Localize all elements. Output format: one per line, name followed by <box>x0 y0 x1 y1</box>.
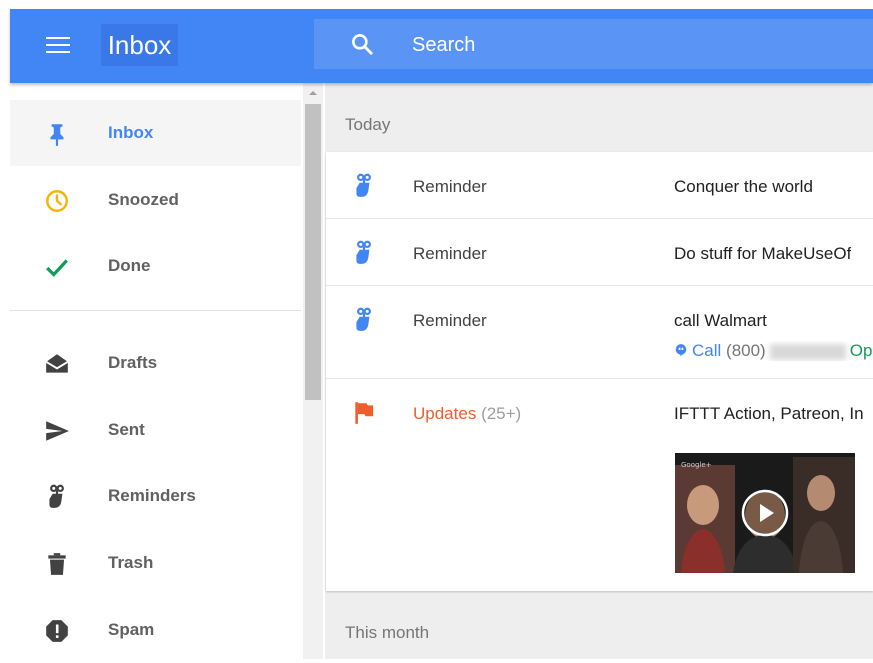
mail-subject: IFTTT Action, Patreon, In <box>674 404 864 423</box>
svg-text:Google+: Google+ <box>681 461 712 469</box>
sidebar-item-label: Spam <box>108 620 155 639</box>
video-thumbnail[interactable]: Google+ <box>675 453 855 573</box>
updates-label: Updates <box>413 404 477 423</box>
sidebar-item-inbox[interactable]: Inbox <box>10 100 301 166</box>
sidebar-item-trash[interactable]: Trash <box>10 530 301 596</box>
pin-icon <box>50 124 64 146</box>
chat-bubble-icon <box>675 344 687 357</box>
reminder-icon <box>356 173 371 197</box>
mail-sender: Updates (25+) <box>413 404 521 424</box>
sidebar-item-label: Drafts <box>108 353 158 372</box>
reminder-icon <box>356 240 371 264</box>
scrollbar-thumb[interactable] <box>305 104 321 400</box>
mail-subject: call Walmart <box>674 311 767 330</box>
mail-sender: Reminder <box>413 311 487 330</box>
sidebar-item-snoozed[interactable]: Snoozed <box>10 167 301 233</box>
play-icon[interactable] <box>741 489 789 537</box>
sidebar-item-done[interactable]: Done <box>10 233 301 299</box>
mail-sender: Reminder <box>413 177 487 196</box>
search-input[interactable] <box>410 29 814 61</box>
check-icon <box>46 259 68 277</box>
clock-icon <box>46 190 68 212</box>
page-title: Inbox <box>101 24 178 66</box>
menu-icon[interactable] <box>46 37 70 55</box>
sidebar-item-label: Sent <box>108 420 145 439</box>
search-bar[interactable] <box>314 19 873 69</box>
scroll-up-arrow-icon[interactable] <box>305 87 321 99</box>
sidebar-item-drafts[interactable]: Drafts <box>10 330 301 396</box>
call-action: Call (800) Op <box>674 341 873 361</box>
spam-icon <box>46 620 68 642</box>
sidebar: Inbox Snoozed Done Drafts Sent Reminders… <box>10 83 301 659</box>
today-card: Reminder Conquer the world Reminder Do s… <box>326 152 873 591</box>
sidebar-divider <box>10 310 301 311</box>
sidebar-item-label: Reminders <box>108 486 196 505</box>
mail-row[interactable]: Updates (25+) IFTTT Action, Patreon, In … <box>326 379 873 591</box>
section-header-today: Today <box>345 115 391 134</box>
section-header-this-month: This month <box>345 623 430 642</box>
call-number: (800) <box>726 341 766 360</box>
search-icon[interactable] <box>349 31 375 57</box>
sidebar-item-reminders[interactable]: Reminders <box>10 463 301 529</box>
reminder-icon <box>356 307 371 331</box>
drafts-icon <box>45 354 69 373</box>
sidebar-item-label: Trash <box>108 553 154 572</box>
send-icon <box>46 421 69 441</box>
mail-list: Today Reminder Conquer the world Reminde… <box>325 83 873 659</box>
reminder-icon <box>49 484 64 508</box>
sidebar-item-label: Snoozed <box>108 190 179 209</box>
mail-sender: Reminder <box>413 244 487 263</box>
sidebar-item-label: Inbox <box>108 123 154 142</box>
updates-count: (25+) <box>481 404 522 423</box>
mail-row[interactable]: Reminder Do stuff for MakeUseOf <box>326 219 873 286</box>
sidebar-item-sent[interactable]: Sent <box>10 397 301 463</box>
mail-subject: Do stuff for MakeUseOf <box>674 244 852 263</box>
call-extra-text: Op <box>849 341 873 360</box>
trash-icon <box>48 553 66 575</box>
sidebar-item-label: Done <box>108 256 151 275</box>
mail-row[interactable]: Reminder call Walmart Call (800) Op <box>326 286 873 379</box>
mail-row[interactable]: Reminder Conquer the world <box>326 152 873 219</box>
call-link[interactable]: Call <box>692 341 721 360</box>
flag-icon <box>355 402 374 424</box>
blurred-phone-number <box>769 343 846 360</box>
app-header: Inbox <box>10 9 873 83</box>
sidebar-item-spam[interactable]: Spam <box>10 597 301 663</box>
mail-subject: Conquer the world <box>674 177 813 196</box>
